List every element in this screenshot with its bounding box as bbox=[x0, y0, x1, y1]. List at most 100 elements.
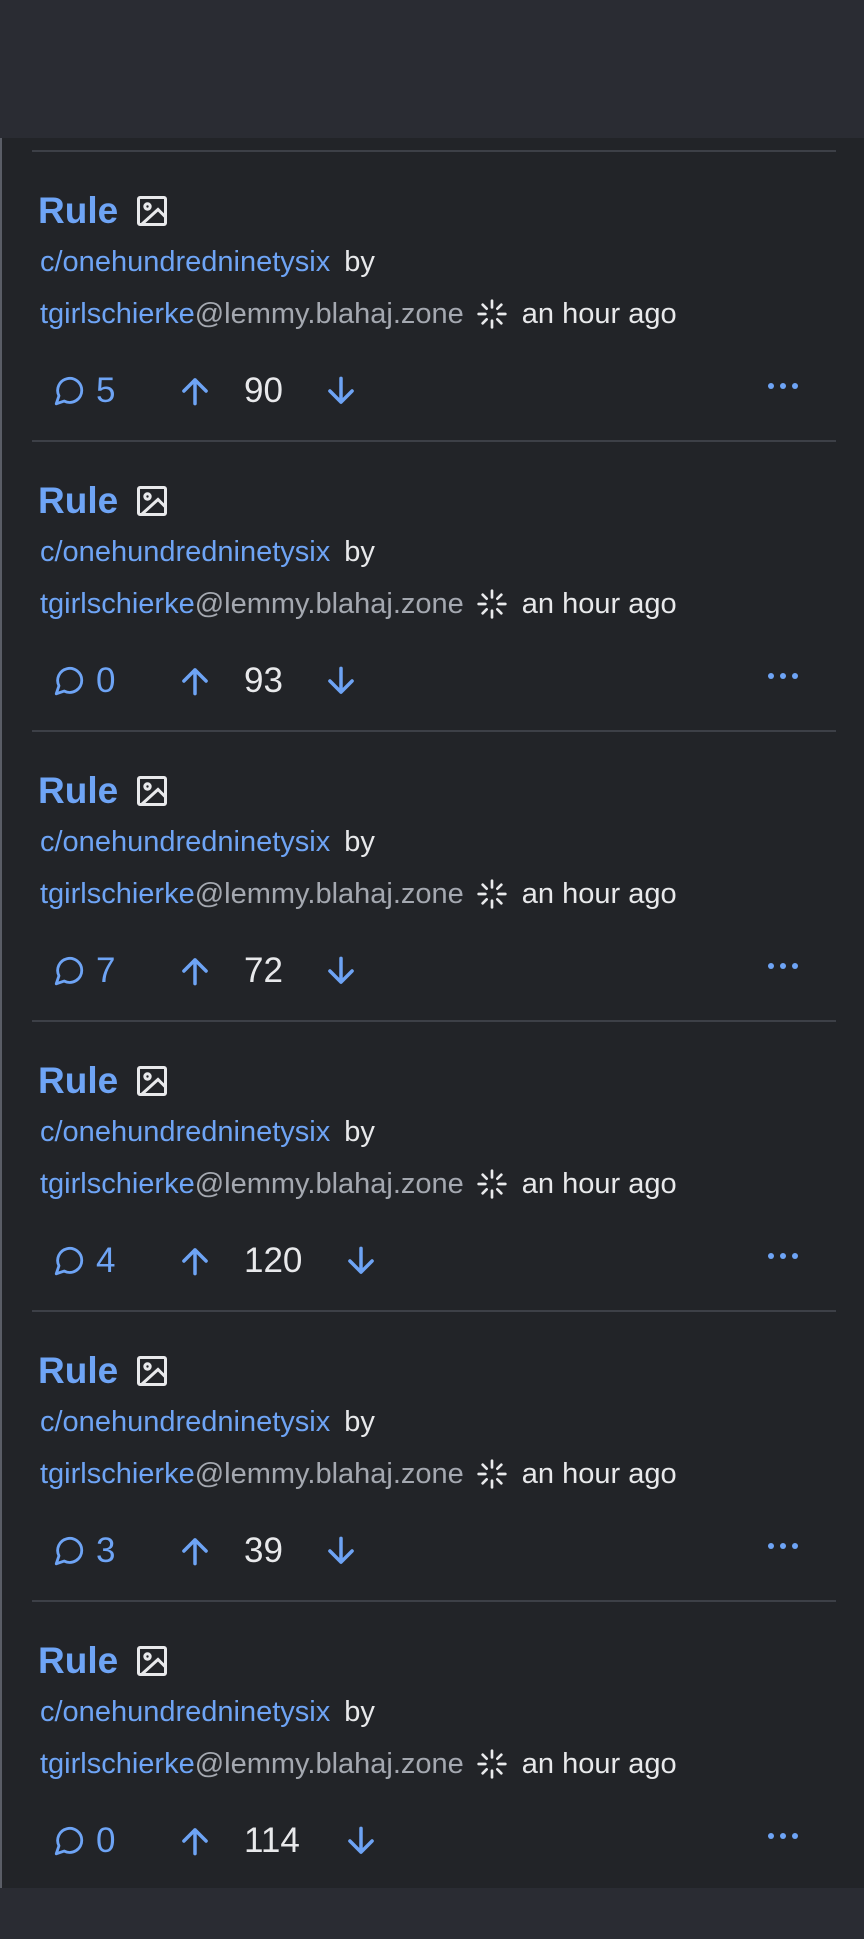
arrow-up-icon[interactable] bbox=[176, 952, 214, 990]
author-instance[interactable]: @lemmy.blahaj.zone bbox=[195, 1164, 464, 1204]
by-label: by bbox=[344, 246, 375, 278]
arrow-down-icon[interactable] bbox=[322, 662, 360, 700]
author-link[interactable]: tgirlschierke bbox=[40, 874, 195, 914]
comments-button[interactable]: 3 bbox=[52, 1528, 115, 1574]
score: 90 bbox=[244, 371, 283, 410]
post-title-link[interactable]: Rule bbox=[38, 186, 118, 236]
score: 93 bbox=[244, 661, 283, 700]
author-link[interactable]: tgirlschierke bbox=[40, 584, 195, 624]
community-link[interactable]: c/onehundredninetysix bbox=[40, 1402, 330, 1442]
comments-button[interactable]: 4 bbox=[52, 1238, 115, 1284]
arrow-down-icon[interactable] bbox=[342, 1242, 380, 1280]
arrow-up-icon[interactable] bbox=[176, 1822, 214, 1860]
author-instance[interactable]: @lemmy.blahaj.zone bbox=[195, 874, 464, 914]
arrow-down-icon[interactable] bbox=[342, 1822, 380, 1860]
community-link[interactable]: c/onehundredninetysix bbox=[40, 1112, 330, 1152]
post-title-row: Rule bbox=[38, 766, 170, 816]
sparkle-icon bbox=[477, 1459, 507, 1489]
sparkle-icon bbox=[477, 1169, 507, 1199]
post-meta-author: tgirlschierke @lemmy.blahaj.zone an hour … bbox=[40, 584, 677, 624]
arrow-up-icon[interactable] bbox=[176, 1532, 214, 1570]
more-options-icon[interactable] bbox=[766, 1248, 800, 1264]
community-link[interactable]: c/onehundredninetysix bbox=[40, 532, 330, 572]
comment-icon bbox=[54, 1247, 84, 1276]
post-meta-author: tgirlschierke @lemmy.blahaj.zone an hour … bbox=[40, 874, 677, 914]
comment-icon bbox=[54, 377, 84, 406]
post-time: an hour ago bbox=[521, 878, 677, 910]
post-meta-community: c/onehundredninetysix by bbox=[40, 822, 375, 862]
post-item: Rule c/onehundredninetysix by tgirlschie… bbox=[2, 150, 864, 440]
post-title-link[interactable]: Rule bbox=[38, 766, 118, 816]
score: 72 bbox=[244, 951, 283, 990]
post-title-link[interactable]: Rule bbox=[38, 1636, 118, 1686]
author-link[interactable]: tgirlschierke bbox=[40, 294, 195, 334]
arrow-up-icon[interactable] bbox=[176, 662, 214, 700]
comment-count: 3 bbox=[96, 1531, 116, 1570]
image-icon[interactable] bbox=[134, 1063, 170, 1099]
sparkle-icon bbox=[477, 589, 507, 619]
post-item: Rule c/onehundredninetysix by tgirlschie… bbox=[2, 440, 864, 730]
author-instance[interactable]: @lemmy.blahaj.zone bbox=[195, 1744, 464, 1784]
post-time: an hour ago bbox=[521, 1458, 677, 1490]
post-item: Rule c/onehundredninetysix by tgirlschie… bbox=[2, 1020, 864, 1310]
author-link[interactable]: tgirlschierke bbox=[40, 1744, 195, 1784]
divider bbox=[32, 1310, 836, 1312]
more-options-icon[interactable] bbox=[766, 1828, 800, 1844]
community-link[interactable]: c/onehundredninetysix bbox=[40, 242, 330, 282]
post-item: Rule c/onehundredninetysix by tgirlschie… bbox=[2, 1600, 864, 1890]
by-label: by bbox=[344, 826, 375, 858]
image-icon[interactable] bbox=[134, 483, 170, 519]
post-meta-community: c/onehundredninetysix by bbox=[40, 532, 375, 572]
arrow-down-icon[interactable] bbox=[322, 952, 360, 990]
post-time: an hour ago bbox=[521, 1168, 677, 1200]
more-options-icon[interactable] bbox=[766, 958, 800, 974]
by-label: by bbox=[344, 1696, 375, 1728]
image-icon[interactable] bbox=[134, 193, 170, 229]
score: 39 bbox=[244, 1531, 283, 1570]
comments-button[interactable]: 5 bbox=[52, 368, 115, 414]
image-icon[interactable] bbox=[134, 1643, 170, 1679]
comment-count: 7 bbox=[96, 951, 116, 990]
post-feed: Rule c/onehundredninetysix by tgirlschie… bbox=[0, 138, 864, 1888]
post-title-link[interactable]: Rule bbox=[38, 1346, 118, 1396]
image-icon[interactable] bbox=[134, 1353, 170, 1389]
divider bbox=[32, 730, 836, 732]
community-link[interactable]: c/onehundredninetysix bbox=[40, 1692, 330, 1732]
comments-button[interactable]: 0 bbox=[52, 658, 115, 704]
comments-button[interactable]: 7 bbox=[52, 948, 115, 994]
post-actions: 4 120 bbox=[52, 1238, 812, 1284]
score: 114 bbox=[244, 1821, 300, 1860]
post-meta-author: tgirlschierke @lemmy.blahaj.zone an hour … bbox=[40, 1454, 677, 1494]
author-instance[interactable]: @lemmy.blahaj.zone bbox=[195, 294, 464, 334]
post-time: an hour ago bbox=[521, 588, 677, 620]
sparkle-icon bbox=[477, 1749, 507, 1779]
post-meta-community: c/onehundredninetysix by bbox=[40, 242, 375, 282]
arrow-down-icon[interactable] bbox=[322, 1532, 360, 1570]
post-actions: 3 39 bbox=[52, 1528, 812, 1574]
post-title-link[interactable]: Rule bbox=[38, 1056, 118, 1106]
post-time: an hour ago bbox=[521, 1748, 677, 1780]
arrow-up-icon[interactable] bbox=[176, 1242, 214, 1280]
arrow-up-icon[interactable] bbox=[176, 372, 214, 410]
post-title-link[interactable]: Rule bbox=[38, 476, 118, 526]
post-meta-community: c/onehundredninetysix by bbox=[40, 1402, 375, 1442]
post-meta-community: c/onehundredninetysix by bbox=[40, 1112, 375, 1152]
comment-count: 4 bbox=[96, 1241, 116, 1280]
image-icon[interactable] bbox=[134, 773, 170, 809]
post-item: Rule c/onehundredninetysix by tgirlschie… bbox=[2, 1310, 864, 1600]
community-link[interactable]: c/onehundredninetysix bbox=[40, 822, 330, 862]
author-instance[interactable]: @lemmy.blahaj.zone bbox=[195, 1454, 464, 1494]
more-options-icon[interactable] bbox=[766, 668, 800, 684]
post-title-row: Rule bbox=[38, 476, 170, 526]
author-link[interactable]: tgirlschierke bbox=[40, 1454, 195, 1494]
more-options-icon[interactable] bbox=[766, 1538, 800, 1554]
more-options-icon[interactable] bbox=[766, 378, 800, 394]
author-link[interactable]: tgirlschierke bbox=[40, 1164, 195, 1204]
comments-button[interactable]: 0 bbox=[52, 1818, 115, 1864]
by-label: by bbox=[344, 1406, 375, 1438]
divider bbox=[32, 1020, 836, 1022]
divider bbox=[32, 440, 836, 442]
author-instance[interactable]: @lemmy.blahaj.zone bbox=[195, 584, 464, 624]
post-actions: 0 114 bbox=[52, 1818, 812, 1864]
arrow-down-icon[interactable] bbox=[322, 372, 360, 410]
